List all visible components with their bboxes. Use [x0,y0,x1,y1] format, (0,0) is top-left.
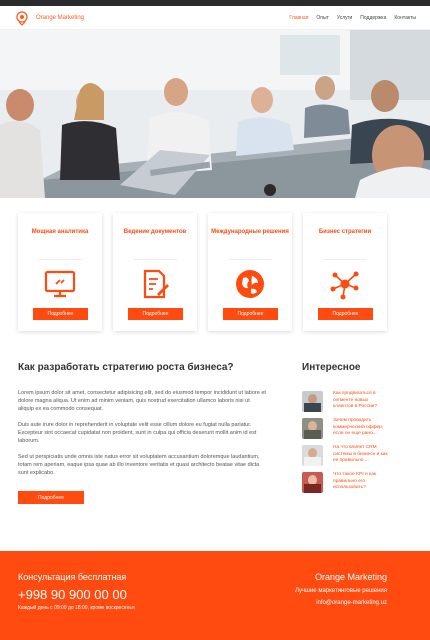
service-card-documents: Ведение документов Подробнее [113,213,197,331]
card-title: Ведение документов [123,229,187,235]
service-card-international: Международные решения Подробнее [208,213,292,331]
nav-link-contacts[interactable]: Контакты [394,15,416,21]
article-thumbnail [302,445,323,466]
article-thumbnail [302,391,323,412]
article-details-button[interactable]: Подробнее [18,491,84,504]
card-divider [38,259,82,260]
article-thumbnail [302,418,323,439]
footer-contact: Консультация бесплатная +998 90 900 00 0… [18,572,135,611]
sidebar-article-link[interactable]: Как продвигаться в сегменте новых клиент… [302,391,414,412]
sidebar-title: Интересное [302,362,361,373]
article-title: Как разработать стратегию роста бизнеса? [18,362,234,373]
card-title: Мощная аналитика [31,229,89,235]
article-thumbnail [302,472,323,493]
nav-link-support[interactable]: Поддержка [360,15,386,21]
sidebar-article-title[interactable]: На что влияет CRM системы в бизнесе и ка… [333,445,388,466]
footer-brand-block: Orange Marketing Лучшие маркетинговые ре… [295,572,387,606]
article-paragraph: Duis aute irure dolor in reprehenderit i… [18,422,257,444]
card-divider [323,259,367,260]
service-card-analytics: Мощная аналитика Подробнее [18,213,102,331]
main-nav: Главная Опыт Услуги Поддержка Контакты [289,15,416,21]
footer-consultation: Консультация бесплатная [18,572,127,582]
sidebar-article-link[interactable]: Что такое KPI и как правильно его исполь… [302,472,414,493]
interesting-sidebar: Интересное Как продвигаться в сегменте н… [302,362,414,499]
card-details-button[interactable]: Подробнее [128,308,183,320]
service-cards: Мощная аналитика Подробнее Ведение докум… [18,213,390,331]
service-card-strategy: Бизнес стратегии Подробнее [303,213,387,331]
monitor-chart-icon [44,270,76,298]
footer: Консультация бесплатная +998 90 900 00 0… [0,551,430,640]
sidebar-article-title[interactable]: Зачем проводить коммерческий оффер, если… [333,418,388,439]
card-details-button[interactable]: Подробнее [33,308,88,320]
card-title: Бизнес стратегии [318,229,372,235]
footer-phone[interactable]: +998 90 900 00 00 [18,587,135,602]
sidebar-article-link[interactable]: На что влияет CRM системы в бизнесе и ка… [302,445,414,466]
article-paragraph: Sed ut perspiciatis unde omnis iste natu… [18,454,260,476]
logo[interactable]: Orange Marketing [14,10,84,26]
card-title: Международные решения [211,229,289,235]
document-pen-icon [143,269,169,299]
footer-email[interactable]: info@orange-marketing.uz [295,600,387,606]
sidebar-article-title[interactable]: Что такое KPI и как правильно его исполь… [333,472,388,493]
nav-link-experience[interactable]: Опыт [316,15,328,21]
footer-tagline: Лучшие маркетинговые решения [295,588,387,594]
sidebar-article-title[interactable]: Как продвигаться в сегменте новых клиент… [333,391,388,412]
navbar: Orange Marketing Главная Опыт Услуги Под… [0,6,430,30]
footer-hours: Каждый день с 09:00 до 18:00, кроме воск… [18,605,135,611]
globe-icon [236,270,264,298]
nav-link-services[interactable]: Услуги [337,15,352,21]
logo-icon [16,10,28,26]
sidebar-article-link[interactable]: Зачем проводить коммерческий оффер, если… [302,418,414,439]
article-section: Как разработать стратегию роста бизнеса?… [18,362,266,504]
card-details-button[interactable]: Подробнее [318,308,373,320]
card-divider [133,259,177,260]
card-divider [228,259,272,260]
article-paragraph: Lorem ipsum dolor sit amet, consectetur … [18,390,266,412]
hero-photo-illustration [0,30,430,198]
network-icon [330,271,359,300]
card-details-button[interactable]: Подробнее [223,308,278,320]
hero-image [0,30,430,198]
nav-link-home[interactable]: Главная [289,15,308,21]
footer-brand: Orange Marketing [314,572,387,582]
logo-text: Orange Marketing [36,14,85,21]
